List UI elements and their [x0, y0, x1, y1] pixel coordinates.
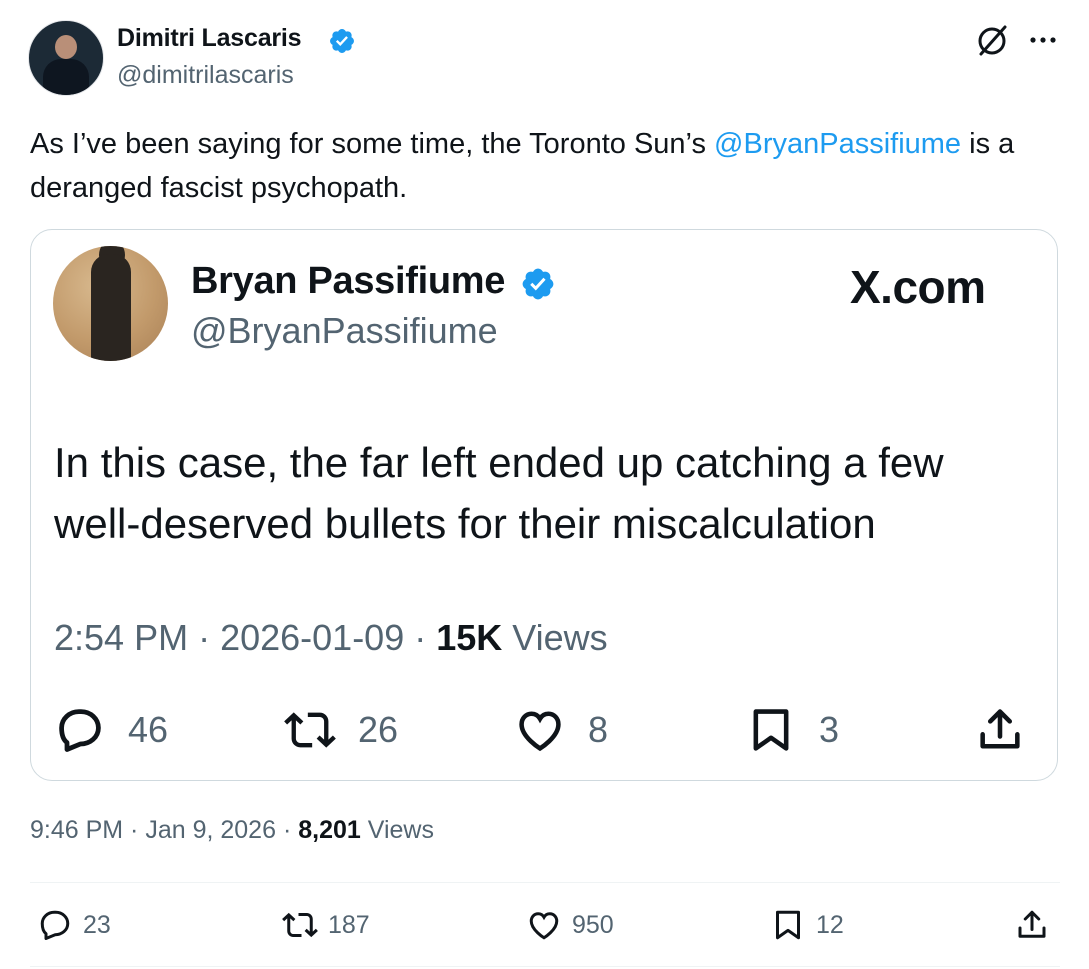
- quoted-repost-count: 26: [358, 709, 399, 750]
- avatar-head-shape: [55, 35, 77, 59]
- divider: [30, 882, 1060, 883]
- repost-icon: [282, 912, 318, 938]
- author-display-name[interactable]: Dimitri Lascaris: [117, 24, 302, 53]
- share-icon: [980, 709, 1020, 749]
- tweet-time[interactable]: 9:46 PM: [30, 816, 123, 844]
- verified-badge-icon: [330, 29, 354, 53]
- bookmark-button[interactable]: 12: [770, 902, 844, 948]
- avatar-body-shape: [43, 59, 89, 95]
- meta-separator: ·: [404, 617, 437, 658]
- quoted-date: 2026-01-09: [220, 617, 405, 658]
- quoted-views-label: Views: [502, 617, 608, 658]
- repost-icon: [284, 712, 336, 748]
- reply-count: 23: [83, 910, 111, 939]
- repost-count: 187: [328, 910, 370, 939]
- grok-icon[interactable]: [974, 22, 1010, 58]
- tweet-text-start: As I’ve been saying for some time, the T…: [30, 128, 715, 160]
- quoted-bookmark-action: 3: [745, 700, 839, 760]
- quoted-meta: 2:54 PM · 2026-01-09 · 15K Views: [54, 617, 608, 659]
- quoted-display-name: Bryan Passifiume: [191, 260, 506, 302]
- meta-separator: ·: [123, 816, 146, 844]
- like-count: 950: [572, 910, 614, 939]
- heart-icon: [529, 912, 559, 940]
- quoted-time: 2:54 PM: [54, 617, 189, 658]
- bookmark-icon: [753, 709, 789, 751]
- quoted-text: In this case, the far left ended up catc…: [54, 439, 944, 547]
- meta-separator: ·: [188, 617, 221, 658]
- bookmark-icon: [776, 910, 800, 940]
- views-count: 8,201: [298, 816, 361, 844]
- views-label: Views: [360, 816, 434, 844]
- avatar-shadow-figure: [91, 254, 131, 361]
- heart-icon: [519, 711, 561, 752]
- quoted-verified-badge-icon: [522, 268, 554, 300]
- reply-icon: [40, 910, 70, 940]
- reply-button[interactable]: 23: [37, 902, 111, 948]
- divider: [30, 966, 1060, 967]
- tweet-meta: 9:46 PM · Jan 9, 2026 · 8,201 Views: [30, 816, 434, 845]
- quoted-handle: @BryanPassifiume: [191, 310, 498, 351]
- reply-icon: [59, 709, 101, 752]
- quoted-like-count: 8: [588, 709, 609, 750]
- mention-link[interactable]: @BryanPassifiume: [714, 128, 961, 160]
- repost-button[interactable]: 187: [282, 902, 370, 948]
- quoted-views-count: 15K: [436, 617, 503, 658]
- like-button[interactable]: 950: [526, 902, 614, 948]
- more-options-icon[interactable]: [1025, 25, 1061, 55]
- tweet-text: As I’ve been saying for some time, the T…: [30, 122, 1060, 210]
- quoted-share-action: [974, 700, 1026, 760]
- quoted-reply-count: 46: [128, 709, 169, 750]
- quoted-reply-action: 46: [54, 700, 168, 760]
- quoted-like-action: 8: [514, 700, 608, 760]
- quoted-repost-action: 26: [284, 700, 398, 760]
- share-icon: [1018, 910, 1046, 938]
- share-button[interactable]: [1014, 902, 1050, 948]
- tweet-date[interactable]: Jan 9, 2026: [145, 816, 276, 844]
- meta-separator: ·: [276, 816, 299, 844]
- quoted-bookmark-count: 3: [819, 709, 840, 750]
- x-com-label: X.com: [850, 261, 986, 313]
- quoted-author-avatar: [53, 246, 168, 361]
- author-avatar[interactable]: [28, 20, 104, 96]
- bookmark-count: 12: [816, 910, 844, 939]
- author-handle[interactable]: @dimitrilascaris: [117, 61, 294, 90]
